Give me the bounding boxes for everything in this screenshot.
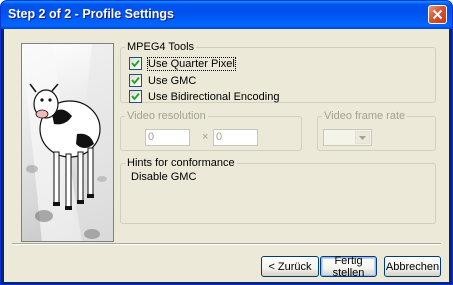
quarter-pixel-label: Use Quarter Pixel [147, 56, 236, 71]
dialog-window: Step 2 of 2 - Profile Settings MPEG4 Too… [0, 0, 453, 285]
video-resolution-legend: Video resolution [127, 110, 206, 122]
gmc-checkbox[interactable] [129, 74, 142, 87]
video-frame-rate-legend: Video frame rate [324, 110, 406, 122]
mpeg4-tools-group: MPEG4 Tools Use Quarter Pixel Use GMC Us… [120, 42, 436, 103]
gmc-option[interactable]: Use GMC [129, 74, 196, 87]
cow-illustration [21, 43, 114, 242]
bidirectional-checkbox[interactable] [129, 90, 142, 103]
quarter-pixel-checkbox[interactable] [129, 57, 142, 70]
frame-rate-dropdown-button[interactable] [355, 131, 370, 144]
checkmark-icon [131, 76, 140, 85]
resolution-separator: × [202, 131, 209, 143]
hint-text: Disable GMC [131, 171, 197, 183]
resolution-height-input[interactable]: 0 [213, 129, 258, 146]
close-button[interactable] [428, 5, 447, 24]
button-separator [12, 243, 441, 245]
frame-rate-select[interactable] [323, 129, 372, 146]
bidirectional-option[interactable]: Use Bidirectional Encoding [129, 90, 279, 103]
video-resolution-group: Video resolution 0 × 0 [120, 111, 302, 151]
cancel-button[interactable]: Abbrechen [384, 256, 441, 277]
window-title: Step 2 of 2 - Profile Settings [8, 7, 174, 21]
gmc-label: Use GMC [148, 74, 197, 87]
title-bar[interactable]: Step 2 of 2 - Profile Settings [1, 1, 452, 29]
finish-button[interactable]: Fertig stellen [320, 255, 377, 279]
hints-legend: Hints for conformance [127, 157, 235, 169]
mpeg4-tools-legend: MPEG4 Tools [127, 41, 195, 53]
resolution-width-input[interactable]: 0 [145, 129, 190, 146]
back-button[interactable]: < Zurück [261, 256, 319, 277]
video-frame-rate-group: Video frame rate [317, 111, 436, 151]
dialog-body: MPEG4 Tools Use Quarter Pixel Use GMC Us… [4, 29, 449, 282]
chevron-down-icon [359, 136, 366, 140]
bidirectional-label: Use Bidirectional Encoding [148, 90, 280, 103]
checkmark-icon [131, 92, 140, 101]
checkmark-icon [131, 59, 140, 68]
close-icon [432, 9, 443, 20]
hints-group: Hints for conformance Disable GMC [120, 158, 436, 224]
quarter-pixel-option[interactable]: Use Quarter Pixel [129, 56, 236, 71]
